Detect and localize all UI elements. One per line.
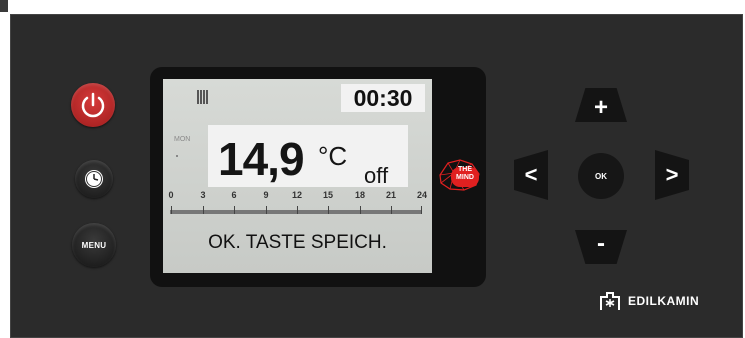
- flame-level-icon: [197, 90, 211, 104]
- ok-button[interactable]: OK: [578, 153, 624, 199]
- scale-label: 15: [322, 190, 334, 200]
- power-icon: [81, 92, 105, 118]
- heating-state: off: [364, 163, 389, 188]
- brand-logo: EDILKAMIN: [598, 291, 699, 311]
- scale-tick: [203, 206, 204, 214]
- edilkamin-icon: [600, 292, 620, 310]
- scale-tick: [360, 206, 361, 214]
- scale-label: 24: [416, 190, 428, 200]
- day-marker: [176, 155, 178, 157]
- mind-line1: THE: [458, 166, 472, 173]
- scale-tick: [297, 206, 298, 214]
- temperature-unit: °C: [318, 141, 348, 171]
- scale-label: 18: [354, 190, 366, 200]
- clock-button[interactable]: [75, 160, 113, 198]
- power-button[interactable]: [71, 83, 115, 127]
- scale-label: 0: [168, 190, 174, 200]
- temperature-value: 14,9: [218, 133, 305, 185]
- scale-line: [170, 210, 422, 214]
- scale-label: 9: [263, 190, 269, 200]
- scale-tick: [171, 206, 172, 214]
- scale-tick: [266, 206, 267, 214]
- menu-button-label: MENU: [81, 240, 107, 250]
- scale-tick: [391, 206, 392, 214]
- mind-line2: MIND: [456, 174, 474, 181]
- the-mind-label: THE MIND: [450, 166, 480, 182]
- scale-label: 3: [200, 190, 206, 200]
- scale-tick: [234, 206, 235, 214]
- corner-mark: [0, 0, 8, 12]
- clock-icon: [85, 170, 103, 188]
- scale-label: 12: [291, 190, 303, 200]
- time-display: 00:30: [341, 84, 425, 112]
- time-scale: 0 3 6 9 12 15 18 21 24: [163, 190, 432, 220]
- brand-name: EDILKAMIN: [628, 294, 700, 308]
- scale-tick: [328, 206, 329, 214]
- top-border: [0, 0, 745, 14]
- scale-tick: [421, 206, 422, 214]
- scale-label: 6: [231, 190, 237, 200]
- day-label: MON: [174, 136, 191, 143]
- scale-label: 21: [385, 190, 397, 200]
- menu-button[interactable]: MENU: [72, 223, 116, 267]
- status-message: OK. TASTE SPEICH.: [208, 232, 387, 253]
